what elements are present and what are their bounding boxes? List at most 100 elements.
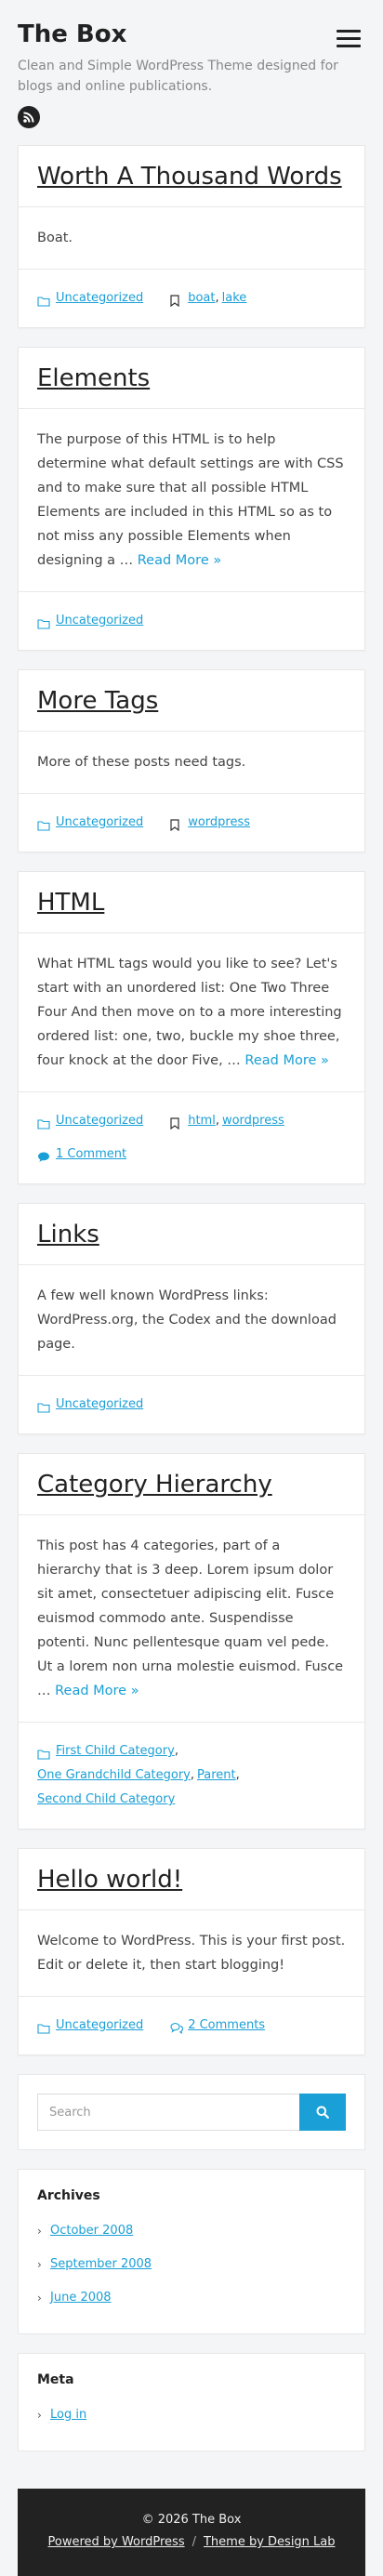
search-button[interactable] xyxy=(299,2094,346,2131)
read-more-link[interactable]: Read More » xyxy=(55,1684,139,1698)
post-excerpt: This post has 4 categories, part of a hi… xyxy=(19,1515,364,1723)
meta-title: Meta xyxy=(37,2372,74,2387)
post-card: Worth A Thousand Words Boat. Uncategorized… xyxy=(18,145,365,328)
post-meta: First Child Category, One Grandchild Cate… xyxy=(19,1723,364,1829)
post-header: Category Hierarchy xyxy=(19,1454,364,1515)
search-widget xyxy=(18,2074,365,2150)
post-excerpt-text: More of these posts need tags. xyxy=(37,755,246,770)
post-categories: Uncategorized xyxy=(37,1109,143,1133)
comments-link[interactable]: 1 Comment xyxy=(56,1143,126,1167)
widget-list-item: › June 2008 xyxy=(37,2281,346,2315)
post-card: Category Hierarchy This post has 4 catego… xyxy=(18,1453,365,1830)
post-title-link[interactable]: Worth A Thousand Words xyxy=(37,163,342,191)
post-meta: Uncategorized wordpress xyxy=(19,794,364,852)
archives-link[interactable]: September 2008 xyxy=(50,2248,152,2281)
page: The Box Clean and Simple WordPress Theme… xyxy=(0,0,383,2576)
hamburger-bar xyxy=(337,30,361,33)
post-title: Elements xyxy=(37,363,346,394)
category-link[interactable]: One Grandchild Category xyxy=(37,1764,191,1788)
site-description: Clean and Simple WordPress Theme designe… xyxy=(18,59,338,94)
post-header: Hello world! xyxy=(19,1849,364,1910)
post-title-link[interactable]: Hello world! xyxy=(37,1866,182,1894)
search-form xyxy=(37,2094,346,2131)
category-link[interactable]: Uncategorized xyxy=(56,811,143,835)
archives-link[interactable]: October 2008 xyxy=(50,2214,133,2248)
search-input[interactable] xyxy=(37,2094,299,2131)
category-link[interactable]: Uncategorized xyxy=(56,1393,143,1417)
read-more-link[interactable]: Read More » xyxy=(138,553,221,568)
post-card: More Tags More of these posts need tags. U… xyxy=(18,669,365,852)
post-excerpt-text: The purpose of this HTML is to help dete… xyxy=(37,432,344,568)
folder-icon xyxy=(37,1398,52,1413)
tag-link[interactable]: boat xyxy=(188,286,215,310)
tag-link[interactable]: html xyxy=(188,1109,216,1133)
post-header: HTML xyxy=(19,872,364,933)
bookmark-icon xyxy=(169,1115,184,1130)
archives-title: Archives xyxy=(37,2188,100,2203)
category-link[interactable]: Uncategorized xyxy=(56,286,143,310)
chevron-right-icon: › xyxy=(37,2225,42,2238)
meta-link[interactable]: Log in xyxy=(50,2398,86,2432)
post-title-link[interactable]: Category Hierarchy xyxy=(37,1471,272,1499)
post-categories: Uncategorized xyxy=(37,609,143,633)
rss-icon[interactable] xyxy=(18,106,40,128)
post-title: Worth A Thousand Words xyxy=(37,161,346,192)
widget-list-item: › September 2008 xyxy=(37,2248,346,2281)
category-link[interactable]: Uncategorized xyxy=(56,2014,143,2038)
category-link[interactable]: Parent xyxy=(197,1764,236,1788)
sidebar: Archives › October 2008 › September 2008 › Ju… xyxy=(18,2074,365,2451)
powered-by-link[interactable]: Powered by WordPress xyxy=(47,2535,184,2549)
post-meta-line: Uncategorized boat, lake xyxy=(37,286,346,310)
post-categories: Uncategorized xyxy=(37,811,143,835)
post-header: More Tags xyxy=(19,670,364,732)
site-title[interactable]: The Box xyxy=(18,20,365,48)
post-tags: html, wordpress xyxy=(169,1109,284,1133)
post-categories: Uncategorized xyxy=(37,2014,143,2038)
post-meta-line: 1 Comment xyxy=(37,1143,346,1167)
post-list: Worth A Thousand Words Boat. Uncategorized… xyxy=(18,145,365,2055)
post-excerpt: Boat. xyxy=(19,207,364,270)
footer-copyright: © 2026 The Box xyxy=(141,2513,242,2527)
post-title-link[interactable]: Links xyxy=(37,1221,99,1248)
post-meta-line: Uncategorized html, wordpress xyxy=(37,1109,346,1133)
read-more-link[interactable]: Read More » xyxy=(244,1053,328,1068)
comment-icon xyxy=(37,1148,52,1162)
category-link[interactable]: Uncategorized xyxy=(56,609,143,633)
post-header: Elements xyxy=(19,348,364,409)
post-meta: Uncategorized xyxy=(19,1376,364,1433)
hamburger-icon[interactable] xyxy=(337,30,361,48)
tag-link[interactable]: wordpress xyxy=(188,811,250,835)
site-footer: © 2026 The Box Powered by WordPress / Them… xyxy=(18,2489,365,2576)
bookmark-icon xyxy=(169,292,184,308)
post-categories: Uncategorized xyxy=(37,1393,143,1417)
list-separator: , xyxy=(235,1768,240,1782)
post-card: HTML What HTML tags would you like to see… xyxy=(18,871,365,1184)
post-meta-line: First Child Category, One Grandchild Cate… xyxy=(37,1739,346,1812)
category-link[interactable]: Second Child Category xyxy=(37,1788,175,1812)
post-excerpt: A few well known WordPress links: WordPr… xyxy=(19,1265,364,1376)
tag-link[interactable]: wordpress xyxy=(222,1109,284,1133)
category-link[interactable]: Uncategorized xyxy=(56,1109,143,1133)
post-excerpt-text: A few well known WordPress links: WordPr… xyxy=(37,1288,337,1352)
post-title: HTML xyxy=(37,887,346,918)
post-excerpt-text: This post has 4 categories, part of a hi… xyxy=(37,1539,344,1698)
post-excerpt: More of these posts need tags. xyxy=(19,732,364,794)
folder-icon xyxy=(37,2019,52,2034)
post-meta: Uncategorized xyxy=(19,592,364,650)
comments-link[interactable]: 2 Comments xyxy=(188,2014,265,2038)
tag-link[interactable]: lake xyxy=(222,286,247,310)
folder-icon xyxy=(37,614,52,629)
post-title-link[interactable]: More Tags xyxy=(37,687,158,715)
theme-by-link[interactable]: Theme by Design Lab xyxy=(204,2535,336,2549)
post-tags: boat, lake xyxy=(169,286,246,310)
footer-credits: Powered by WordPress / Theme by Design Lab xyxy=(36,2531,347,2554)
search-icon xyxy=(316,2106,329,2119)
post-title-link[interactable]: Elements xyxy=(37,364,150,392)
hamburger-bar xyxy=(337,45,361,47)
archives-link[interactable]: June 2008 xyxy=(50,2281,112,2315)
post-title-link[interactable]: HTML xyxy=(37,889,104,917)
folder-icon xyxy=(37,816,52,831)
post-meta: Uncategorized html, wordpress 1 Comment xyxy=(19,1092,364,1183)
post-excerpt-text: What HTML tags would you like to see? Le… xyxy=(37,957,342,1068)
category-link[interactable]: First Child Category xyxy=(56,1739,175,1764)
